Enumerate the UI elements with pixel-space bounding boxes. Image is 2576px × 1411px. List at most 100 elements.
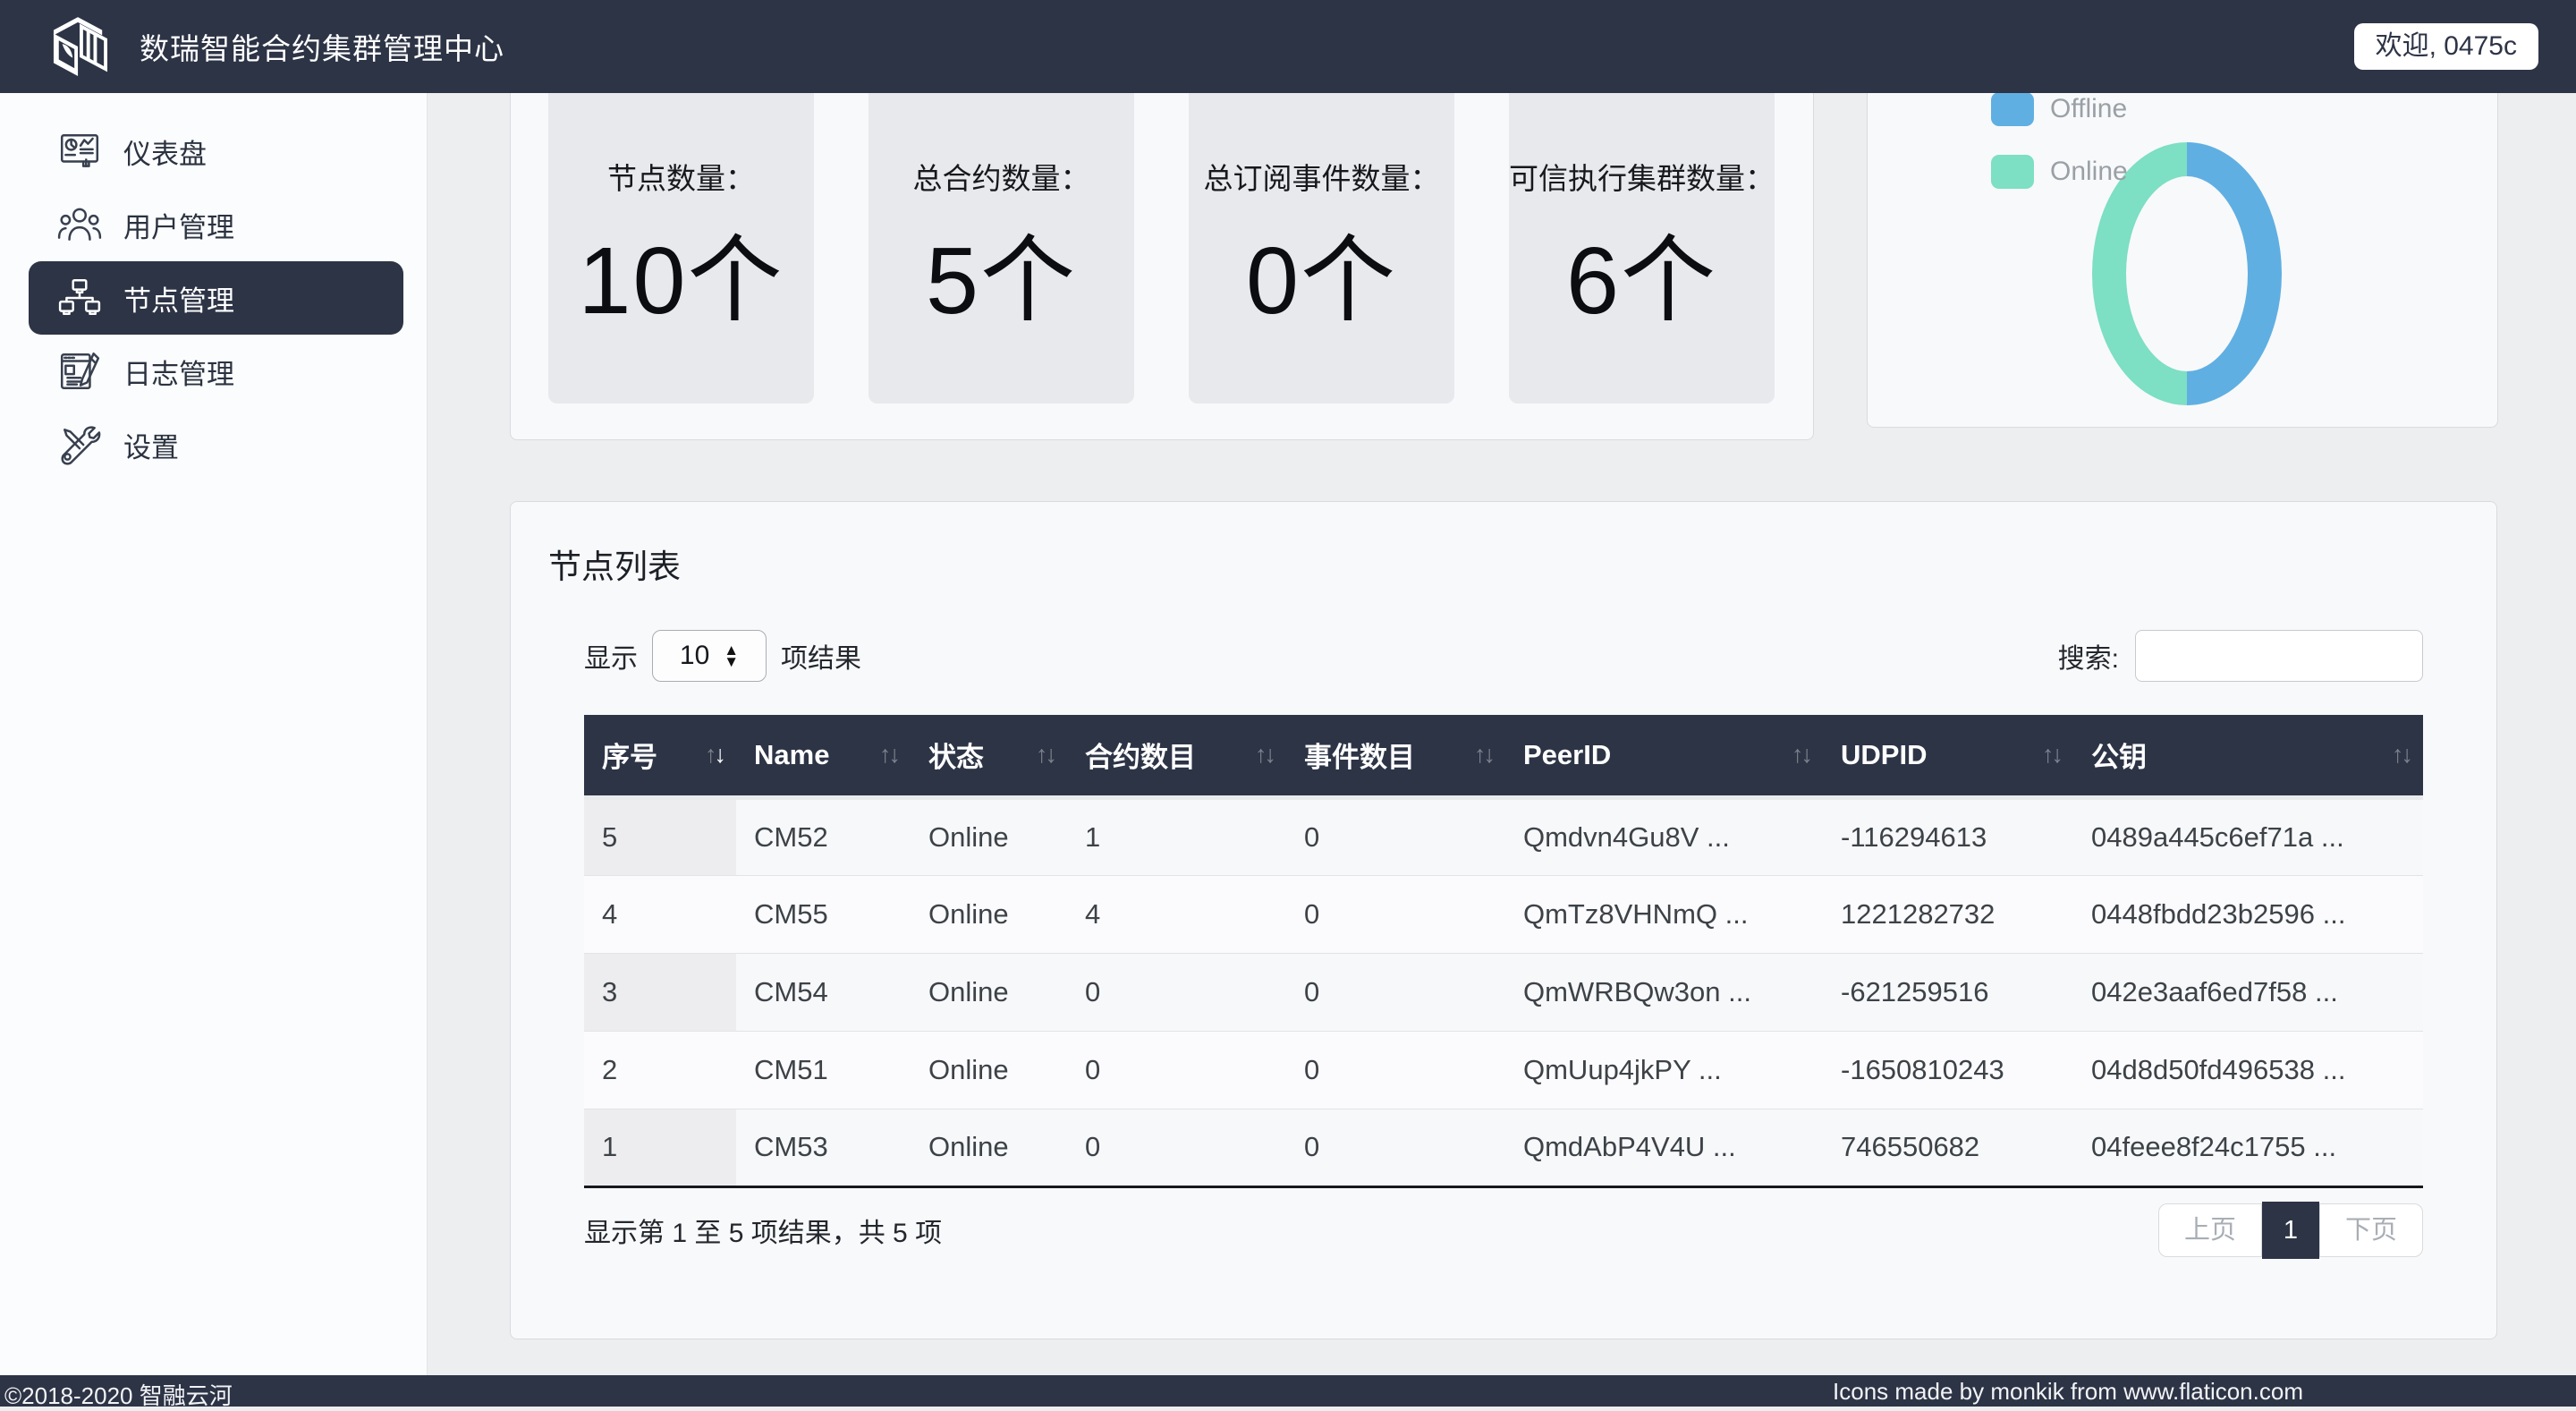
cell-peerid: QmTz8VHNmQ ...: [1505, 875, 1823, 953]
column-header-status[interactable]: 状态↑↓: [911, 715, 1067, 797]
online-swatch-icon: [1991, 155, 2034, 189]
cell-index: 2: [584, 1031, 736, 1109]
stat-label: 总订阅事件数量：: [1189, 155, 1454, 198]
cell-udpid: 746550682: [1823, 1109, 2073, 1186]
column-header-peerid[interactable]: PeerID↑↓: [1505, 715, 1823, 797]
results-info: 显示第 1 至 5 项结果，共 5 项: [584, 1211, 942, 1250]
welcome-user-button[interactable]: 欢迎, 0475c: [2354, 23, 2538, 70]
chart-legend: Offline Online: [1991, 93, 2128, 217]
stat-value: 10个: [548, 203, 814, 341]
cell-name: CM54: [736, 953, 911, 1031]
stat-card-nodes: 节点数量： 10个: [548, 93, 814, 404]
sort-icon: ↑↓: [1474, 741, 1493, 769]
sidebar-item-users[interactable]: 用户管理: [0, 188, 427, 261]
sidebar-item-settings[interactable]: 设置: [0, 408, 427, 481]
cell-name: CM51: [736, 1031, 911, 1109]
prev-page-button[interactable]: 上页: [2158, 1203, 2262, 1257]
next-page-button[interactable]: 下页: [2319, 1203, 2423, 1257]
page-size-control: 显示 10 ▲▼ 项结果: [584, 630, 861, 682]
users-icon: [57, 202, 102, 247]
stat-card-clusters: 可信执行集群数量： 6个: [1509, 93, 1775, 404]
sidebar-item-label: 用户管理: [123, 205, 234, 245]
stat-label: 总合约数量：: [869, 155, 1134, 198]
copyright-text: ©2018-2020 智融云河: [4, 1378, 233, 1411]
cell-status: Online: [911, 875, 1067, 953]
cell-contracts: 1: [1067, 797, 1286, 875]
offline-swatch-icon: [1991, 93, 2034, 126]
stat-card-contracts: 总合约数量： 5个: [869, 93, 1134, 404]
cell-peerid: QmdAbP4V4U ...: [1505, 1109, 1823, 1186]
node-table-wrapper: 序号↑↓ Name↑↓ 状态↑↓ 合约数目↑↓ 事件数目↑↓ PeerID↑↓ …: [584, 715, 2423, 1188]
column-header-events[interactable]: 事件数目↑↓: [1286, 715, 1505, 797]
legend-item-online[interactable]: Online: [1991, 155, 2128, 189]
table-row[interactable]: 2CM51Online00QmUup4jkPY ...-165081024304…: [584, 1031, 2423, 1109]
table-footer: 显示第 1 至 5 项结果，共 5 项 上页 1 下页: [584, 1202, 2423, 1259]
sidebar-item-dashboard[interactable]: 仪表盘: [0, 115, 427, 188]
legend-label: Offline: [2050, 94, 2127, 124]
sort-icon: ↑↓: [1792, 741, 1810, 769]
current-page-button[interactable]: 1: [2262, 1202, 2319, 1259]
cell-events: 0: [1286, 797, 1505, 875]
cell-name: CM52: [736, 797, 911, 875]
node-status-chart-panel: Offline Online: [1867, 93, 2498, 428]
cell-contracts: 0: [1067, 953, 1286, 1031]
table-controls: 显示 10 ▲▼ 项结果 搜索:: [584, 629, 2423, 683]
app-logo-icon: [52, 16, 107, 77]
stat-label: 可信执行集群数量：: [1509, 155, 1775, 198]
table-row[interactable]: 3CM54Online00QmWRBQw3on ...-621259516042…: [584, 953, 2423, 1031]
main-content: 节点数量： 10个 总合约数量： 5个 总订阅事件数量： 0个 可信执行集群数量…: [428, 93, 2576, 1375]
sidebar-item-label: 设置: [123, 425, 179, 465]
page-title: 数瑞智能合约集群管理中心: [140, 25, 504, 68]
cell-contracts: 0: [1067, 1109, 1286, 1186]
legend-item-offline[interactable]: Offline: [1991, 93, 2128, 126]
stat-value: 0个: [1189, 203, 1454, 341]
column-header-name[interactable]: Name↑↓: [736, 715, 911, 797]
column-header-contracts[interactable]: 合约数目↑↓: [1067, 715, 1286, 797]
cell-contracts: 4: [1067, 875, 1286, 953]
page-size-value: 10: [680, 641, 709, 671]
cell-pubkey: 042e3aaf6ed7f58 ...: [2073, 953, 2423, 1031]
sidebar-menu: 仪表盘 用户管理 节点管理 日志管理 设置: [0, 93, 427, 481]
table-row[interactable]: 5CM52Online10Qmdvn4Gu8V ...-116294613048…: [584, 797, 2423, 875]
pagination: 上页 1 下页: [2158, 1202, 2423, 1259]
column-header-udpid[interactable]: UDPID↑↓: [1823, 715, 2073, 797]
sort-icon: ↑↓: [2042, 741, 2061, 769]
table-row[interactable]: 4CM55Online40QmTz8VHNmQ ...1221282732044…: [584, 875, 2423, 953]
cell-pubkey: 0489a445c6ef71a ...: [2073, 797, 2423, 875]
sidebar-item-label: 日志管理: [123, 352, 234, 392]
cell-status: Online: [911, 953, 1067, 1031]
stat-value: 6个: [1509, 203, 1775, 341]
sort-icon: ↑↓: [2392, 741, 2411, 769]
column-header-index[interactable]: 序号↑↓: [584, 715, 736, 797]
sort-icon: ↑↓: [879, 741, 898, 769]
sort-icon: ↑↓: [1036, 741, 1055, 769]
search-control: 搜索:: [2058, 630, 2423, 682]
cell-index: 5: [584, 797, 736, 875]
cell-peerid: QmWRBQw3on ...: [1505, 953, 1823, 1031]
cell-contracts: 0: [1067, 1031, 1286, 1109]
legend-label: Online: [2050, 157, 2128, 187]
search-input[interactable]: [2135, 630, 2423, 682]
cell-events: 0: [1286, 1031, 1505, 1109]
sidebar-item-logs[interactable]: 日志管理: [0, 335, 427, 408]
table-header-row: 序号↑↓ Name↑↓ 状态↑↓ 合约数目↑↓ 事件数目↑↓ PeerID↑↓ …: [584, 715, 2423, 797]
column-header-pubkey[interactable]: 公钥↑↓: [2073, 715, 2423, 797]
sidebar-item-nodes[interactable]: 节点管理: [29, 261, 403, 335]
sort-icon: ↑↓: [705, 741, 724, 769]
dashboard-icon: [57, 129, 102, 174]
cell-peerid: Qmdvn4Gu8V ...: [1505, 797, 1823, 875]
cell-index: 1: [584, 1109, 736, 1186]
stat-value: 5个: [869, 203, 1134, 341]
cell-index: 4: [584, 875, 736, 953]
results-label: 项结果: [781, 636, 861, 676]
settings-icon: [57, 422, 102, 467]
table-row[interactable]: 1CM53Online00QmdAbP4V4U ...74655068204fe…: [584, 1109, 2423, 1186]
stats-panel: 节点数量： 10个 总合约数量： 5个 总订阅事件数量： 0个 可信执行集群数量…: [510, 93, 1814, 440]
page-size-select[interactable]: 10 ▲▼: [652, 630, 767, 682]
sidebar-item-label: 节点管理: [123, 278, 234, 319]
sort-icon: ↑↓: [1255, 741, 1274, 769]
cell-status: Online: [911, 1031, 1067, 1109]
cell-name: CM53: [736, 1109, 911, 1186]
cell-events: 0: [1286, 875, 1505, 953]
node-list-panel: 节点列表 显示 10 ▲▼ 项结果 搜索:: [510, 501, 2497, 1339]
